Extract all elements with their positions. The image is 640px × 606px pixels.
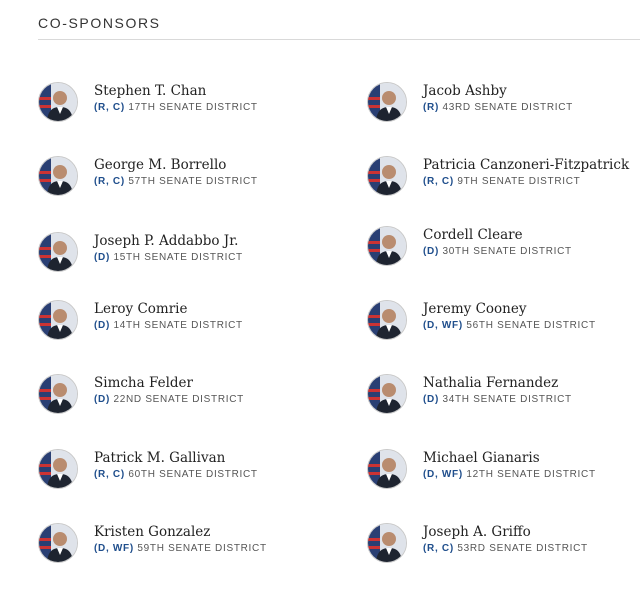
sponsor-district-line: (R, C) 17TH SENATE DISTRICT <box>94 102 258 113</box>
sponsor-card[interactable]: Jacob Ashby (R) 43RD SENATE DISTRICT <box>367 82 640 124</box>
sponsor-card[interactable]: Joseph P. Addabbo Jr. (D) 15TH SENATE DI… <box>38 232 338 274</box>
senator-portrait-icon[interactable] <box>367 300 407 340</box>
co-sponsors-heading: CO-SPONSORS <box>38 15 161 31</box>
sponsor-district-line: (R, C) 9TH SENATE DISTRICT <box>423 176 580 187</box>
senator-portrait-icon[interactable] <box>367 523 407 563</box>
sponsor-card[interactable]: Michael Gianaris (D, WF) 12TH SENATE DIS… <box>367 449 640 491</box>
senate-district: 59TH SENATE DISTRICT <box>137 543 267 554</box>
senator-portrait-icon[interactable] <box>38 449 78 489</box>
sponsor-name[interactable]: Michael Gianaris <box>423 450 540 466</box>
senator-portrait-icon[interactable] <box>38 82 78 122</box>
party-affiliation: (R, C) <box>423 176 454 187</box>
sponsor-name[interactable]: Jeremy Cooney <box>423 301 526 317</box>
sponsor-district-line: (R, C) 60TH SENATE DISTRICT <box>94 469 258 480</box>
sponsor-card[interactable]: Patricia Canzoneri-Fitzpatrick (R, C) 9T… <box>367 156 640 198</box>
sponsor-card[interactable]: Leroy Comrie (D) 14TH SENATE DISTRICT <box>38 300 338 342</box>
senate-district: 30TH SENATE DISTRICT <box>442 246 572 257</box>
party-affiliation: (D) <box>423 246 439 257</box>
heading-divider <box>38 39 640 40</box>
senator-portrait-icon[interactable] <box>38 156 78 196</box>
sponsor-district-line: (D, WF) 12TH SENATE DISTRICT <box>423 469 596 480</box>
party-affiliation: (R) <box>423 102 439 113</box>
sponsor-card[interactable]: George M. Borrello (R, C) 57TH SENATE DI… <box>38 156 338 198</box>
senator-portrait-icon[interactable] <box>367 226 407 266</box>
party-affiliation: (D, WF) <box>94 543 134 554</box>
sponsor-name[interactable]: Stephen T. Chan <box>94 83 206 99</box>
sponsor-name[interactable]: Joseph P. Addabbo Jr. <box>94 233 238 249</box>
senate-district: 15TH SENATE DISTRICT <box>113 252 243 263</box>
sponsor-card[interactable]: Stephen T. Chan (R, C) 17TH SENATE DISTR… <box>38 82 338 124</box>
sponsor-card[interactable]: Nathalia Fernandez (D) 34TH SENATE DISTR… <box>367 374 640 416</box>
sponsor-district-line: (R, C) 53RD SENATE DISTRICT <box>423 543 588 554</box>
party-affiliation: (D) <box>423 394 439 405</box>
senate-district: 22ND SENATE DISTRICT <box>113 394 244 405</box>
senator-portrait-icon[interactable] <box>367 374 407 414</box>
party-affiliation: (R, C) <box>423 543 454 554</box>
sponsor-name[interactable]: Simcha Felder <box>94 375 193 391</box>
sponsor-card[interactable]: Joseph A. Griffo (R, C) 53RD SENATE DIST… <box>367 523 640 565</box>
sponsor-name[interactable]: Jacob Ashby <box>423 83 507 99</box>
senator-portrait-icon[interactable] <box>38 374 78 414</box>
party-affiliation: (R, C) <box>94 102 125 113</box>
sponsor-name[interactable]: Leroy Comrie <box>94 301 187 317</box>
senate-district: 57TH SENATE DISTRICT <box>128 176 258 187</box>
sponsor-district-line: (D, WF) 59TH SENATE DISTRICT <box>94 543 267 554</box>
sponsor-card[interactable]: Cordell Cleare (D) 30TH SENATE DISTRICT <box>367 226 640 268</box>
sponsor-card[interactable]: Kristen Gonzalez (D, WF) 59TH SENATE DIS… <box>38 523 338 565</box>
sponsor-district-line: (D) 22ND SENATE DISTRICT <box>94 394 244 405</box>
senate-district: 14TH SENATE DISTRICT <box>113 320 243 331</box>
sponsor-district-line: (D) 14TH SENATE DISTRICT <box>94 320 243 331</box>
party-affiliation: (D, WF) <box>423 469 463 480</box>
party-affiliation: (R, C) <box>94 176 125 187</box>
senator-portrait-icon[interactable] <box>367 156 407 196</box>
sponsor-district-line: (D) 34TH SENATE DISTRICT <box>423 394 572 405</box>
sponsor-district-line: (R, C) 57TH SENATE DISTRICT <box>94 176 258 187</box>
senate-district: 12TH SENATE DISTRICT <box>466 469 596 480</box>
sponsor-card[interactable]: Simcha Felder (D) 22ND SENATE DISTRICT <box>38 374 338 416</box>
party-affiliation: (D, WF) <box>423 320 463 331</box>
sponsor-district-line: (D) 30TH SENATE DISTRICT <box>423 246 572 257</box>
party-affiliation: (D) <box>94 394 110 405</box>
party-affiliation: (D) <box>94 320 110 331</box>
senate-district: 17TH SENATE DISTRICT <box>128 102 258 113</box>
sponsor-name[interactable]: Nathalia Fernandez <box>423 375 558 391</box>
sponsor-name[interactable]: Joseph A. Griffo <box>423 524 531 540</box>
sponsor-district-line: (D, WF) 56TH SENATE DISTRICT <box>423 320 596 331</box>
senator-portrait-icon[interactable] <box>38 300 78 340</box>
senate-district: 53RD SENATE DISTRICT <box>457 543 588 554</box>
sponsor-name[interactable]: Kristen Gonzalez <box>94 524 210 540</box>
senate-district: 43RD SENATE DISTRICT <box>442 102 573 113</box>
party-affiliation: (R, C) <box>94 469 125 480</box>
senator-portrait-icon[interactable] <box>38 523 78 563</box>
senate-district: 60TH SENATE DISTRICT <box>128 469 258 480</box>
senate-district: 56TH SENATE DISTRICT <box>466 320 596 331</box>
senator-portrait-icon[interactable] <box>367 449 407 489</box>
senator-portrait-icon[interactable] <box>367 82 407 122</box>
sponsor-name[interactable]: Patrick M. Gallivan <box>94 450 225 466</box>
senate-district: 34TH SENATE DISTRICT <box>442 394 572 405</box>
senator-portrait-icon[interactable] <box>38 232 78 272</box>
senate-district: 9TH SENATE DISTRICT <box>457 176 581 187</box>
sponsor-district-line: (R) 43RD SENATE DISTRICT <box>423 102 573 113</box>
sponsor-district-line: (D) 15TH SENATE DISTRICT <box>94 252 243 263</box>
party-affiliation: (D) <box>94 252 110 263</box>
sponsor-card[interactable]: Patrick M. Gallivan (R, C) 60TH SENATE D… <box>38 449 338 491</box>
sponsor-name[interactable]: George M. Borrello <box>94 157 226 173</box>
sponsor-name[interactable]: Cordell Cleare <box>423 227 523 243</box>
sponsor-name[interactable]: Patricia Canzoneri-Fitzpatrick <box>423 157 629 173</box>
sponsor-card[interactable]: Jeremy Cooney (D, WF) 56TH SENATE DISTRI… <box>367 300 640 342</box>
